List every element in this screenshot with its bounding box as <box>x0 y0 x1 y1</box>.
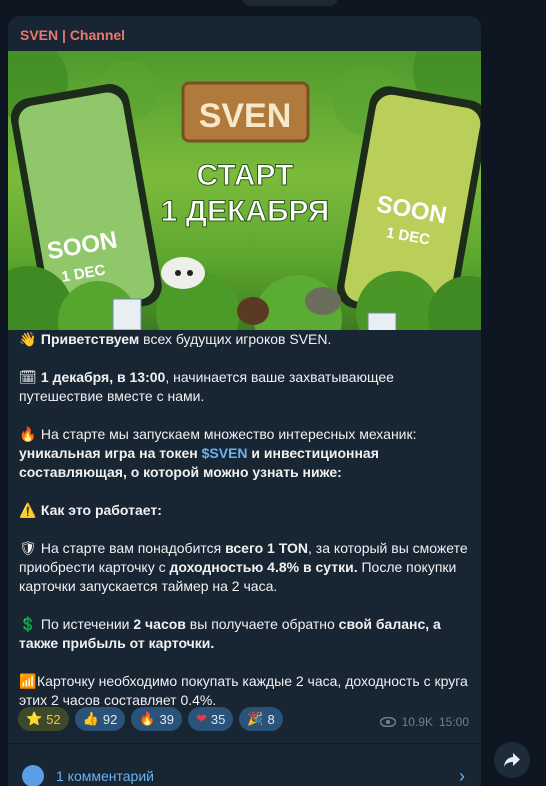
caption-line-card: 📶Карточку необходимо покупать каждые 2 ч… <box>19 673 468 708</box>
caption-line-ton: 🛡 На старте вам понадобится всего 1 TON,… <box>19 540 468 594</box>
fire-emoji-icon: 🔥 <box>19 426 37 442</box>
post-text: 👋 Приветствуем всех будущих игроков SVEN… <box>19 330 474 710</box>
channel-post: SVEN | Channel SOON 1 DEC SOON 1 DEC SVE… <box>8 16 481 786</box>
caption-line-mechanics: 🔥 На старте мы запускаем множество интер… <box>19 426 417 480</box>
fire-icon: 🔥 <box>139 711 156 726</box>
date-pill <box>242 0 338 6</box>
dollar-icon: 💲 <box>19 616 37 632</box>
headline-start: СТАРТ <box>197 159 294 192</box>
caption-line-greeting: 👋 Приветствуем всех будущих игроков SVEN… <box>19 331 332 347</box>
avatar <box>22 765 44 786</box>
comments-label: 1 комментарий <box>56 768 154 784</box>
reaction-thumbs-up[interactable]: 👍 92 <box>74 707 126 731</box>
thumbs-up-icon: 👍 <box>82 711 99 726</box>
sheep-figure <box>161 257 205 289</box>
share-button[interactable] <box>494 742 530 778</box>
logo-text: SVEN <box>199 97 292 135</box>
reactions-bar: ⭐ 52 👍 92 🔥 39 ❤ 35 🎉 8 <box>18 707 283 733</box>
post-image[interactable]: SOON 1 DEC SOON 1 DEC SVEN СТАРТ 1 ДЕКАБ… <box>8 51 481 330</box>
post-time: 15:00 <box>438 715 469 729</box>
token-link[interactable]: $SVEN <box>202 445 248 461</box>
warning-icon: ⚠️ <box>19 502 37 518</box>
caption-line-balance: 💲 По истечении 2 часов вы получаете обра… <box>19 616 441 651</box>
party-popper-icon: 🎉 <box>247 711 264 726</box>
calendar-icon-2 <box>367 312 397 330</box>
reaction-party[interactable]: 🎉 8 <box>239 707 283 731</box>
channel-name[interactable]: SVEN | Channel <box>20 27 125 43</box>
signal-bars-icon: 📶 <box>19 673 37 689</box>
calendar-icon <box>112 298 142 330</box>
eye-icon <box>379 717 396 727</box>
headline-date: 1 ДЕКАБРЯ <box>161 195 330 228</box>
creature-figure-2 <box>305 287 341 315</box>
chevron-right-icon: › <box>459 766 465 786</box>
calendar-emoji-icon: 🗓 <box>19 369 37 385</box>
heart-icon: ❤ <box>195 711 207 726</box>
caption-line-date: 🗓 1 декабря, в 13:00, начинается ваше за… <box>19 369 394 404</box>
view-count: 10.9K <box>401 715 433 729</box>
reaction-star[interactable]: ⭐ 52 <box>18 707 69 731</box>
caption-line-how: ⚠️ Как это работает: <box>19 502 162 518</box>
post-meta: 10.9K 15:00 <box>379 715 469 729</box>
reaction-fire[interactable]: 🔥 39 <box>131 707 182 731</box>
share-arrow-icon <box>504 753 520 767</box>
creature-figure <box>237 297 269 325</box>
shield-icon: 🛡 <box>19 540 37 556</box>
banner-illustration: SOON 1 DEC SOON 1 DEC SVEN СТАРТ 1 ДЕКАБ… <box>8 51 481 330</box>
star-icon: ⭐ <box>26 711 43 726</box>
reaction-heart[interactable]: ❤ 35 <box>187 707 234 731</box>
waving-hand-icon: 👋 <box>19 331 37 347</box>
comments-button[interactable]: 1 комментарий › <box>8 744 481 786</box>
